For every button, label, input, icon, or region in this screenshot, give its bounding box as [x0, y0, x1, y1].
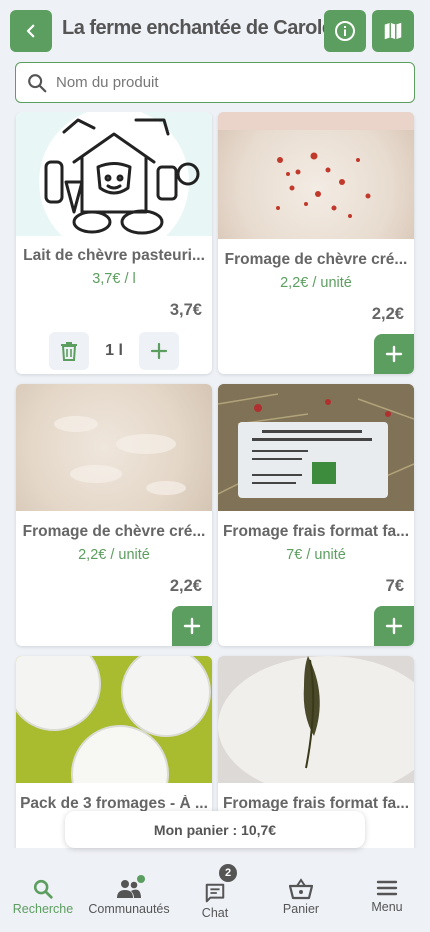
unit-price-value: 2,2€ / [78, 547, 115, 563]
quantity-value: 1 l [105, 342, 123, 359]
chat-badge: 2 [219, 864, 237, 882]
nav-label: Chat [201, 906, 229, 920]
product-price: 3,7€ [169, 301, 202, 319]
search-icon [28, 73, 47, 92]
add-to-cart-button[interactable] [374, 334, 414, 374]
product-grid: Lait de chèvre pasteuri... 3,7€ / l 3,7€… [0, 112, 430, 848]
nav-item-search[interactable]: Recherche [0, 860, 86, 932]
plus-icon [385, 617, 403, 635]
unit-label: unité [320, 275, 352, 291]
cheese-photo [54, 416, 186, 495]
cart-summary-button[interactable]: Mon panier : 10,7€ [65, 811, 365, 848]
quantity-stepper: 1 l [16, 332, 212, 370]
add-to-cart-button[interactable] [172, 606, 212, 646]
product-name: Fromage frais format fa... [222, 523, 410, 540]
increment-button[interactable] [139, 332, 179, 370]
product-name: Fromage de chèvre cré... [22, 523, 206, 540]
product-image [16, 384, 212, 511]
plus-icon [385, 345, 403, 363]
basket-icon [289, 878, 313, 900]
menu-icon [376, 880, 398, 896]
product-unit-price: 7€ / unité [218, 547, 414, 563]
unit-label: unité [118, 547, 150, 563]
product-price: 2,2€ [169, 577, 202, 595]
add-to-cart-button[interactable] [374, 606, 414, 646]
product-name: Lait de chèvre pasteuri... [23, 247, 205, 264]
search-icon [33, 879, 53, 899]
back-button[interactable] [10, 10, 52, 52]
map-icon [384, 22, 402, 40]
nav-item-menu[interactable]: Menu [344, 860, 430, 932]
remove-button[interactable] [49, 332, 89, 370]
product-name: Fromage de chèvre cré... [224, 251, 408, 268]
nav-item-chat[interactable]: 2 Chat [172, 860, 258, 932]
product-card[interactable]: Fromage de chèvre cré... 2,2€ / unité 2,… [218, 112, 414, 374]
nav-label: Menu [371, 900, 403, 914]
trash-icon [61, 342, 77, 361]
map-button[interactable] [372, 10, 414, 52]
product-unit-price: 2,2€ / unité [218, 275, 414, 291]
bottom-nav: Recherche Communautés 2 Chat Panier Menu [0, 860, 430, 932]
nav-label: Recherche [12, 902, 74, 916]
product-image [218, 656, 414, 783]
product-card[interactable]: Fromage frais format fa... 7€ / unité 7€ [218, 384, 414, 646]
product-card[interactable]: Fromage de chèvre cré... 2,2€ / unité 2,… [16, 384, 212, 646]
unit-price-value: 3,7€ / [92, 271, 129, 287]
product-price: 7€ [385, 577, 404, 595]
plus-icon [150, 342, 168, 360]
cheese-bay-leaf-photo [218, 656, 414, 783]
farm-illustration [39, 112, 200, 236]
notification-dot [137, 875, 145, 883]
unit-label: l [132, 271, 136, 287]
cheese-chili-photo [218, 112, 414, 218]
product-card[interactable]: Lait de chèvre pasteuri... 3,7€ / l 3,7€… [16, 112, 212, 374]
three-cheeses-photo [16, 656, 212, 783]
page-title: La ferme enchantée de Carole [62, 17, 333, 39]
product-unit-price: 2,2€ / unité [16, 547, 212, 563]
product-image [218, 112, 414, 239]
packaged-cheese-photo [218, 384, 414, 511]
chat-icon [205, 883, 225, 903]
product-image [218, 384, 414, 511]
unit-label: unité [314, 547, 346, 563]
unit-price-value: 7€ / [286, 547, 311, 563]
unit-price-value: 2,2€ / [280, 275, 317, 291]
nav-label: Panier [282, 902, 320, 916]
nav-label: Communautés [88, 902, 170, 916]
search-input[interactable] [56, 74, 396, 91]
nav-item-communities[interactable]: Communautés [86, 860, 172, 932]
product-price: 2,2€ [371, 305, 404, 323]
info-button[interactable] [324, 10, 366, 52]
product-unit-price: 3,7€ / l [16, 271, 212, 287]
product-image [16, 656, 212, 783]
search-bar [15, 62, 415, 103]
app-header: La ferme enchantée de Carole [0, 0, 430, 60]
product-image [16, 112, 212, 236]
plus-icon [183, 617, 201, 635]
nav-item-basket[interactable]: Panier [258, 860, 344, 932]
info-icon [335, 21, 355, 41]
chevron-left-icon [26, 24, 35, 38]
